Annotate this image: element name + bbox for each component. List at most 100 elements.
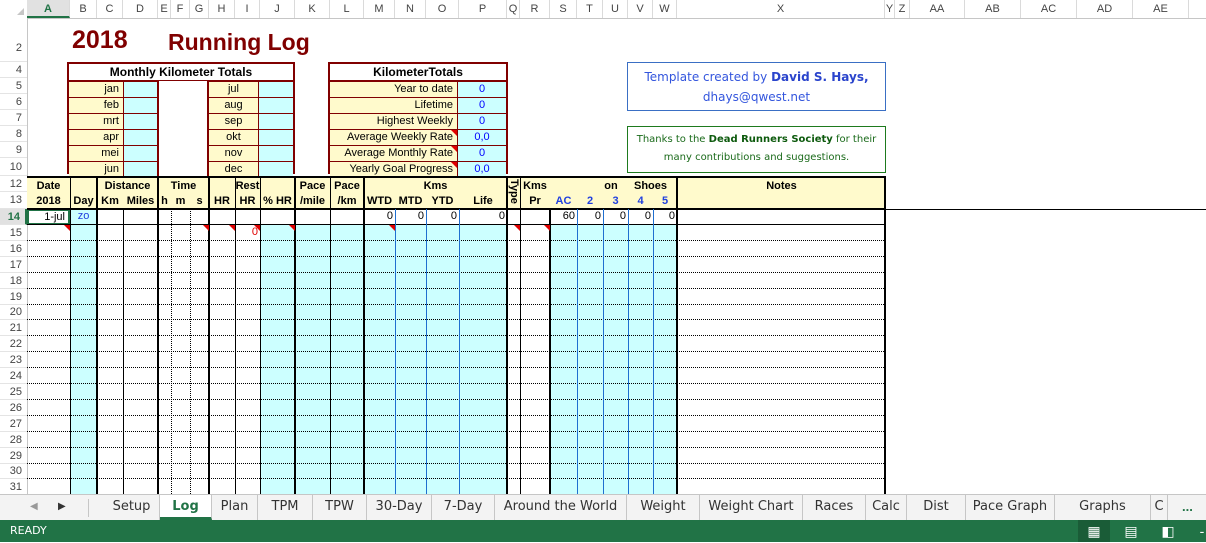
comment-indicator-icon[interactable] (544, 225, 550, 231)
month-value[interactable] (259, 146, 293, 161)
column-header-n[interactable]: N (395, 0, 426, 18)
total-value[interactable]: 0,0 (458, 162, 506, 177)
column-header-i[interactable]: I (235, 0, 260, 18)
column-header-aa[interactable]: AA (910, 0, 965, 18)
column-header-c[interactable]: C (97, 0, 123, 18)
row-header-29[interactable]: 29 (0, 448, 27, 464)
column-header-z[interactable]: Z (895, 0, 910, 18)
column-header-v[interactable]: V (628, 0, 653, 18)
header-km[interactable]: Km (97, 178, 123, 209)
column-header-w[interactable]: W (653, 0, 677, 18)
comment-indicator-icon[interactable] (254, 225, 260, 231)
comment-indicator-icon[interactable] (289, 225, 295, 231)
header-date[interactable]: Date 2018 (27, 178, 70, 209)
header-seconds[interactable]: s (190, 178, 209, 209)
month-value[interactable] (124, 114, 159, 129)
header-ytd[interactable]: YTD (426, 178, 459, 209)
column-header-u[interactable]: U (603, 0, 628, 18)
total-value[interactable]: 0,0 (458, 130, 506, 145)
header-day[interactable]: Day (70, 178, 97, 209)
sheet-tab-graphs[interactable]: Graphs (1055, 495, 1151, 520)
sheet-tab-setup[interactable]: Setup (104, 495, 160, 520)
column-header-g[interactable]: G (190, 0, 209, 18)
cell-shoe-3-row14[interactable]: 0 (603, 209, 628, 224)
column-header-s[interactable]: S (550, 0, 577, 18)
row-header-6[interactable]: 6 (0, 94, 27, 110)
column-header-t[interactable]: T (577, 0, 603, 18)
header-shoe-5[interactable]: 5 (653, 178, 677, 209)
header-pct-hr[interactable]: % HR (260, 178, 295, 209)
header-minutes[interactable]: m (171, 178, 190, 209)
header-pace-mile[interactable]: Pace/mile (295, 178, 330, 209)
column-header-r[interactable]: R (520, 0, 550, 18)
header-shoe-4[interactable]: 4 (628, 178, 653, 209)
month-value[interactable] (124, 162, 159, 177)
month-value[interactable] (259, 98, 293, 113)
column-header-ae[interactable]: AE (1133, 0, 1189, 18)
sheet-tab-weight-chart[interactable]: Weight Chart (700, 495, 803, 520)
header-shoe-3[interactable]: 3 (603, 178, 628, 209)
tab-scroll-right-icon[interactable]: ▶ (58, 501, 66, 512)
cell-ytd-row14[interactable]: 0 (426, 209, 459, 224)
column-header-h[interactable]: H (209, 0, 235, 18)
comment-indicator-icon[interactable] (203, 225, 209, 231)
sheet-tab-calc[interactable]: Calc (866, 495, 907, 520)
comment-indicator-icon[interactable] (389, 225, 395, 231)
cell-shoe-2-row14[interactable]: 0 (577, 209, 603, 224)
row-header-15[interactable]: 15 (0, 225, 27, 241)
column-header-k[interactable]: K (295, 0, 330, 18)
column-header-o[interactable]: O (426, 0, 459, 18)
row-header-5[interactable]: 5 (0, 78, 27, 94)
sheet-tab-log[interactable]: Log (160, 495, 212, 520)
cell-date-row14[interactable]: 1-jul (27, 209, 70, 225)
sheet-tab-weight[interactable]: Weight (627, 495, 700, 520)
sheet-tab-30-day[interactable]: 30-Day (367, 495, 432, 520)
column-header-a[interactable]: A (27, 0, 70, 18)
column-header-e[interactable]: E (158, 0, 171, 18)
cell-shoe-ac-row14[interactable]: 60 (550, 209, 577, 224)
month-value[interactable] (259, 114, 293, 129)
row-header-21[interactable]: 21 (0, 320, 27, 337)
column-header-b[interactable]: B (70, 0, 97, 18)
cell-shoe-4-row14[interactable]: 0 (628, 209, 653, 224)
row-header-13[interactable]: 13 (0, 192, 27, 209)
row-header-26[interactable]: 26 (0, 400, 27, 416)
row-header-7[interactable]: 7 (0, 110, 27, 126)
header-rest-hr[interactable]: Rest HR (235, 178, 260, 209)
cell-shoe-5-row14[interactable]: 0 (653, 209, 677, 224)
cell-mtd-row14[interactable]: 0 (395, 209, 426, 224)
row-header-12[interactable]: 12 (0, 176, 27, 192)
month-value[interactable] (259, 82, 293, 97)
normal-view-icon[interactable]: ▦ (1078, 520, 1110, 542)
sheet-tab-tpm[interactable]: TPM (258, 495, 313, 520)
total-value[interactable]: 0 (458, 82, 506, 97)
total-value[interactable]: 0 (458, 114, 506, 129)
row-header-8[interactable]: 8 (0, 126, 27, 142)
header-shoe-ac[interactable]: AC (550, 178, 577, 209)
row-header-31[interactable]: 31 (0, 479, 27, 496)
zoom-out-icon[interactable]: - (1186, 520, 1206, 542)
credit-email[interactable]: dhays@qwest.net (703, 90, 810, 104)
row-header-19[interactable]: 19 (0, 289, 27, 305)
cell-life-row14[interactable]: 0 (459, 209, 507, 224)
row-header-16[interactable]: 16 (0, 241, 27, 257)
comment-indicator-icon[interactable] (229, 225, 235, 231)
select-all-button[interactable] (0, 0, 28, 18)
page-break-preview-icon[interactable]: ◧ (1152, 520, 1184, 542)
more-tabs-button[interactable]: ... (1182, 499, 1193, 514)
row-header-9[interactable]: 9 (0, 142, 27, 158)
cell-day-row14[interactable]: zo (70, 209, 97, 224)
sheet-tab-pace-graph[interactable]: Pace Graph (966, 495, 1055, 520)
row-header-27[interactable]: 27 (0, 416, 27, 432)
column-header-ad[interactable]: AD (1077, 0, 1133, 18)
header-life[interactable]: Life (459, 178, 507, 209)
month-value[interactable] (124, 82, 159, 97)
column-header-d[interactable]: D (123, 0, 158, 18)
sheet-tab-dist-graph[interactable]: Dist Graph (907, 495, 966, 538)
sheet-tab-7-day[interactable]: 7-Day (432, 495, 495, 520)
sheet-tab-tpw[interactable]: TPW (313, 495, 367, 520)
row-header-20[interactable]: 20 (0, 304, 27, 321)
header-notes[interactable]: Notes (677, 178, 886, 209)
header-wtd[interactable]: WTD (364, 178, 395, 209)
month-value[interactable] (259, 162, 293, 177)
